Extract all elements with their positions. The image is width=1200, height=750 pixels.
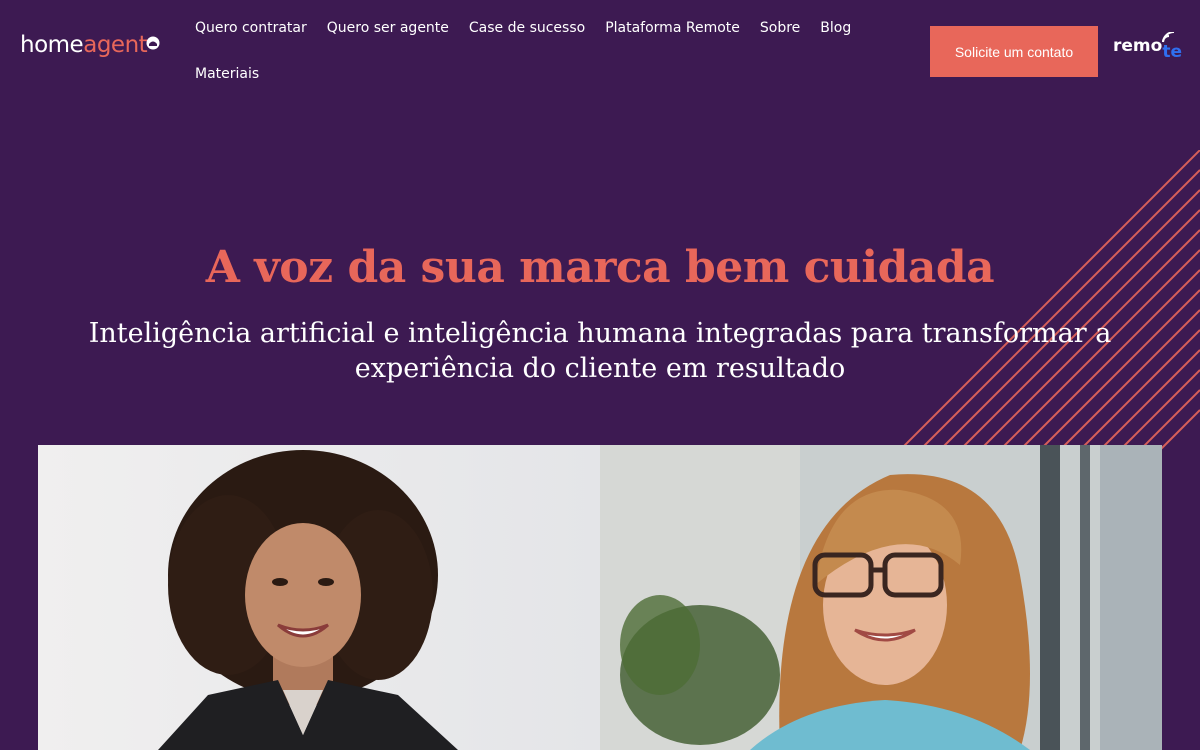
request-contact-button[interactable]: Solicite um contato xyxy=(930,26,1098,77)
decorative-diagonal-stripes xyxy=(900,150,1200,450)
nav-item-case-de-sucesso[interactable]: Case de sucesso xyxy=(469,18,585,38)
hero-subtitle: Inteligência artificial e inteligência h… xyxy=(88,318,1112,384)
nav-item-quero-ser-agente[interactable]: Quero ser agente xyxy=(327,18,449,38)
hero-photos xyxy=(38,445,1163,750)
logo-agent-text: agent xyxy=(83,32,148,58)
logo-home-text: home xyxy=(20,32,84,58)
photo-woman-glasses xyxy=(600,445,1162,750)
nav-item-quero-contratar[interactable]: Quero contratar xyxy=(195,18,307,38)
nav-item-plataforma-remote[interactable]: Plataforma Remote xyxy=(605,18,740,38)
nav-item-blog[interactable]: Blog xyxy=(820,18,851,38)
hero-title: A voz da sua marca bem cuidada xyxy=(205,242,995,293)
nav-item-sobre[interactable]: Sobre xyxy=(760,18,800,38)
site-header: homeagent Quero contratar Quero ser agen… xyxy=(0,0,1200,100)
signal-waves-icon xyxy=(1162,32,1175,43)
remote-logo[interactable]: remote xyxy=(1113,32,1183,70)
homeagent-logo[interactable]: homeagent xyxy=(20,32,160,72)
nav-item-materiais[interactable]: Materiais xyxy=(195,64,259,84)
photo-woman-curly-hair xyxy=(38,445,600,750)
main-nav: Quero contratar Quero ser agente Case de… xyxy=(195,18,875,110)
headset-hat-icon xyxy=(146,30,160,50)
